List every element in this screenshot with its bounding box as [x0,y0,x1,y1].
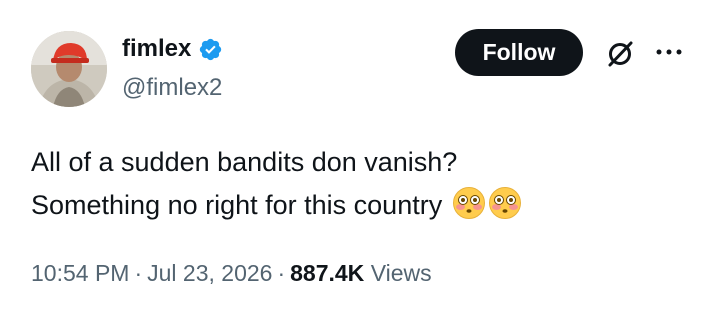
tweet-line-2-text: Something no right for this country [31,190,443,220]
meta-separator: · [134,260,143,286]
tweet-time[interactable]: 10:54 PM [31,260,129,286]
meta-separator: · [277,260,286,286]
tweet-line-1: All of a sudden bandits don vanish? [31,147,458,177]
tweet-date[interactable]: Jul 23, 2026 [147,260,272,286]
tweet-line-2: Something no right for this country [31,184,691,227]
more-options-icon[interactable] [655,40,683,64]
author-name-row: fimlex [122,35,223,63]
views-label: Views [370,260,432,286]
verified-badge-icon [198,37,223,62]
flushed-face-emoji-icon [488,186,522,220]
tweet-meta: 10:54 PM · Jul 23, 2026 · 887.4K Views [31,258,432,288]
author-display-name[interactable]: fimlex [122,35,191,63]
follow-button[interactable]: Follow [455,29,583,76]
flushed-face-emoji-icon [452,186,486,220]
avatar[interactable] [31,31,107,107]
grok-icon[interactable] [604,38,636,70]
avatar-photo [31,31,107,107]
author-handle[interactable]: @fimlex2 [122,74,222,102]
tweet-text: All of a sudden bandits don vanish? Some… [31,141,691,227]
views-count: 887.4K [290,260,365,286]
